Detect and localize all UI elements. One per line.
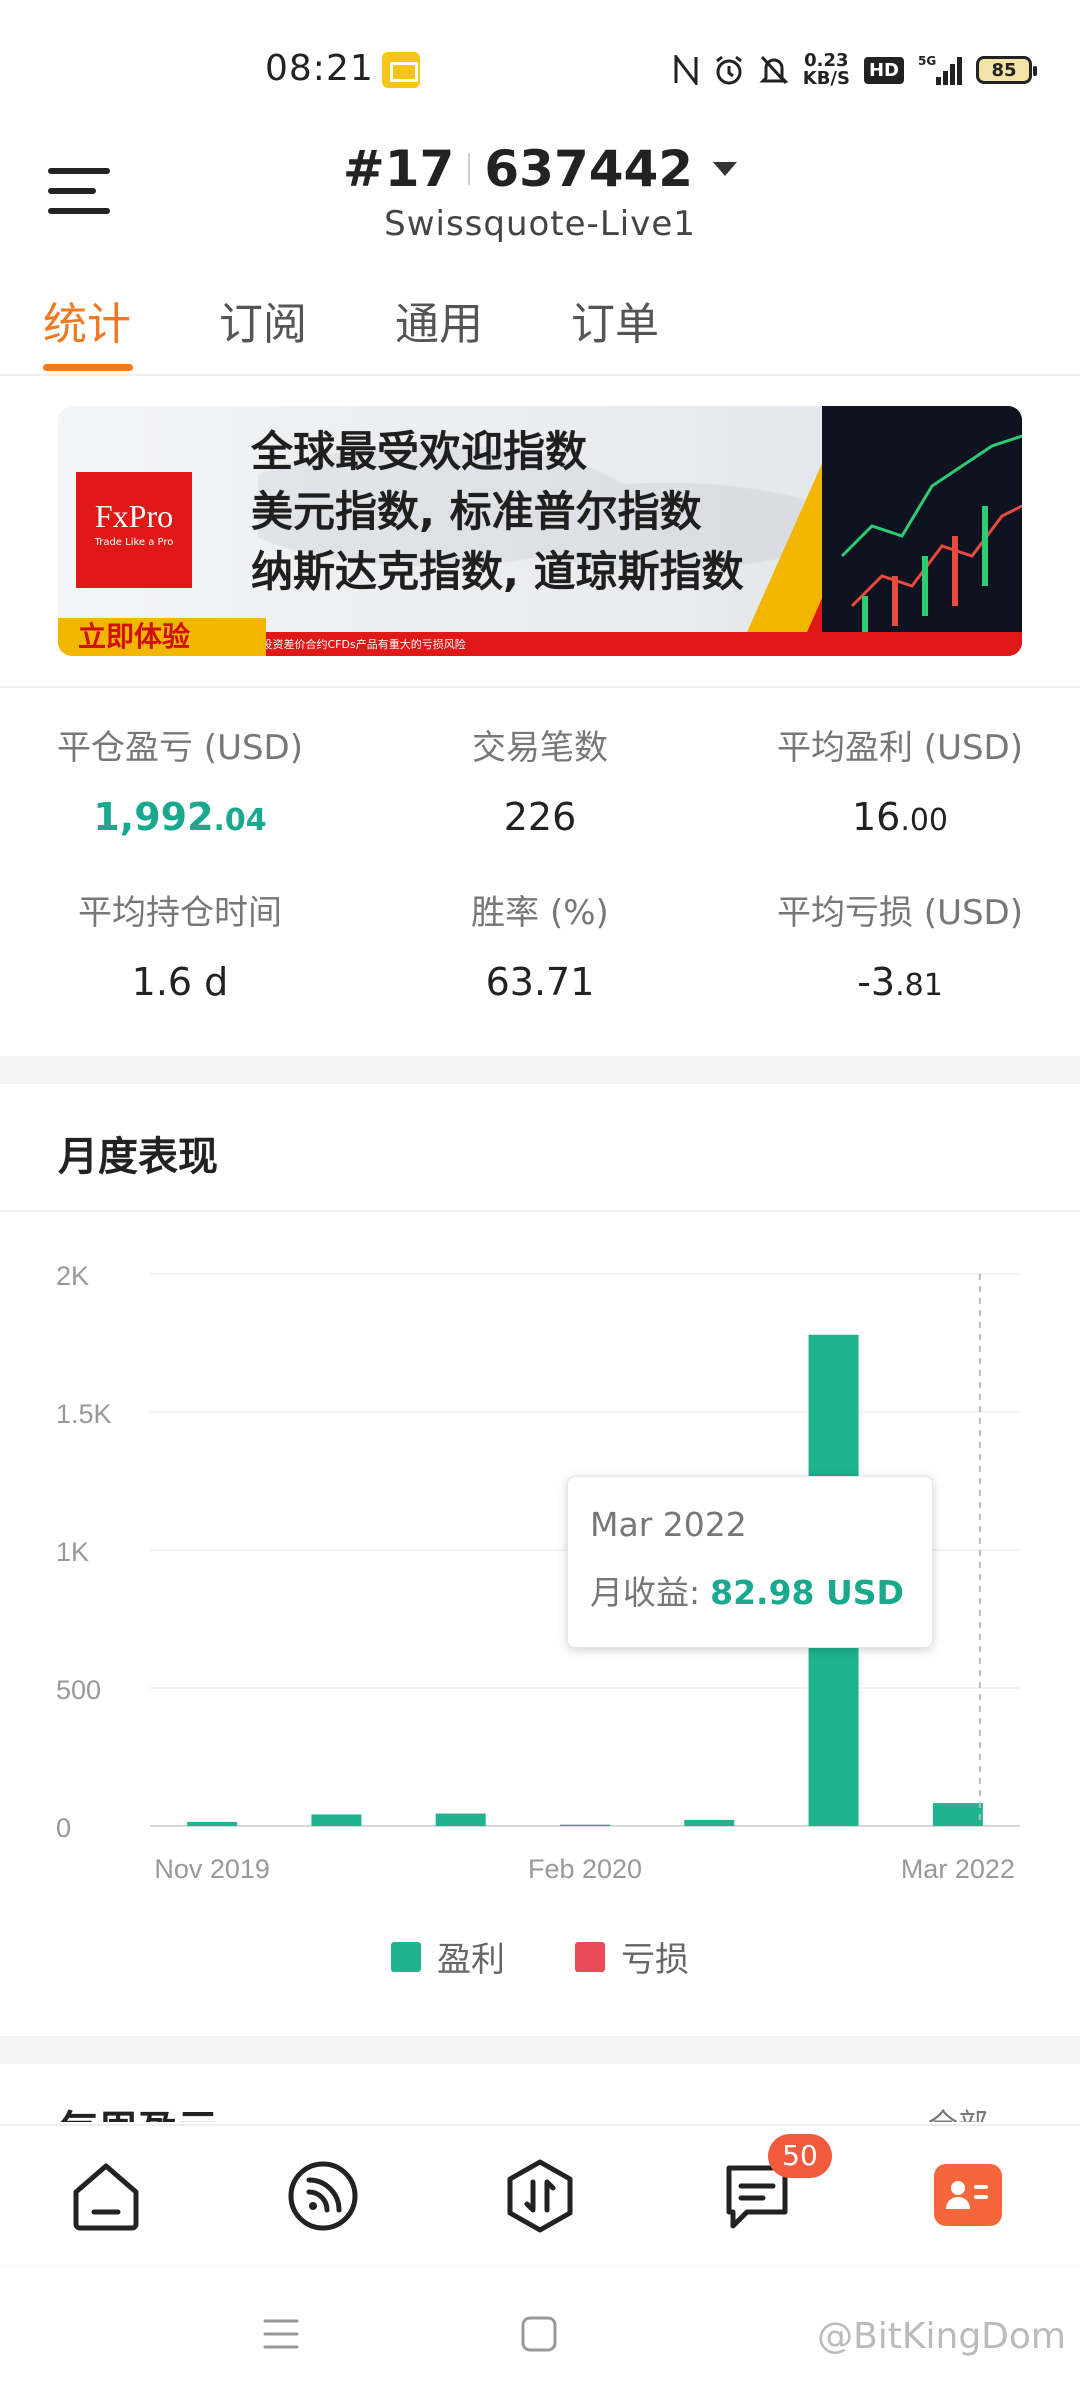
stat-label: 平均亏损 (USD): [777, 893, 1023, 933]
stat-value: 1.6 d: [131, 960, 229, 1004]
bar-profit: [684, 1819, 735, 1826]
account-prefix: #17: [342, 140, 455, 198]
home-icon[interactable]: [66, 2156, 146, 2236]
tooltip-date: Mar 2022: [590, 1505, 747, 1544]
signal-icon: 5G: [918, 53, 962, 87]
bottom-nav: [0, 2124, 1080, 2264]
chart-legend: 盈利 亏损: [0, 1932, 1080, 1981]
trade-icon[interactable]: [500, 2156, 580, 2236]
stat-value: 63.71: [485, 960, 595, 1004]
banner-line-2: 美元指数, 标准普尔指数: [251, 487, 702, 536]
divider: [0, 1210, 1080, 1212]
mute-bell-icon: [759, 54, 789, 86]
banner-line-1: 全球最受欢迎指数: [251, 427, 588, 476]
y-tick-label: 1.5K: [56, 1399, 112, 1429]
stats-grid: 平仓盈亏 (USD) 1,992.04 交易笔数 226 平均盈利 (USD) …: [0, 720, 1080, 1060]
x-tick-label: Feb 2020: [528, 1854, 642, 1884]
account-selector[interactable]: #17 637442 Swissquote-Live1: [0, 140, 1080, 244]
monthly-performance-title: 月度表现: [58, 1134, 218, 1180]
weekly-pnl-title: 每周盈亏: [58, 2098, 218, 2122]
y-tick-label: 500: [56, 1675, 101, 1705]
network-speed: 0.23 KB/S: [803, 52, 850, 88]
x-tick-label: Nov 2019: [154, 1854, 270, 1884]
fxpro-logo: FxPro Trade Like a Pro: [76, 472, 192, 588]
stat-value: 1,992.04: [93, 795, 267, 839]
banner-text: 全球最受欢迎指数 美元指数, 标准普尔指数 纳斯达克指数, 道琼斯指数: [251, 422, 744, 602]
y-tick-label: 1K: [56, 1537, 89, 1567]
account-server: Swissquote-Live1: [384, 204, 696, 244]
tooltip-row: 月收益: 82.98 USD: [590, 1566, 910, 1614]
watermark: @BitKingDom: [817, 2316, 1066, 2357]
stat-label: 平均持仓时间: [78, 893, 282, 933]
banner-cta-button[interactable]: 立即体验: [58, 618, 266, 656]
legend-label: 亏损: [621, 1940, 689, 1980]
header: #17 637442 Swissquote-Live1: [0, 140, 1080, 290]
hd-voice-icon: HD: [863, 56, 904, 84]
section-gap: [0, 2036, 1080, 2064]
legend-swatch-loss: [575, 1941, 605, 1972]
alarm-icon: [713, 54, 745, 86]
status-icons: 0.23 KB/S HD 5G 85: [673, 48, 1037, 92]
account-separator: [468, 153, 471, 185]
recent-apps-icon[interactable]: [262, 2315, 300, 2357]
signals-icon[interactable]: [283, 2156, 363, 2236]
stat-label: 平仓盈亏 (USD): [57, 728, 303, 768]
y-tick-label: 0: [56, 1813, 71, 1843]
profile-card-icon[interactable]: [934, 2164, 1002, 2226]
stat-label: 交易笔数: [472, 728, 608, 768]
status-bar: 08:21 0.23 KB/S HD 5G 85: [0, 0, 1080, 140]
tab-bar: 统计 订阅 通用 订单: [0, 280, 1080, 376]
legend-swatch-profit: [391, 1941, 421, 1972]
tab-statistics[interactable]: 统计: [43, 288, 131, 352]
banner-disclaimer: *投资差价合约CFDs产品有重大的亏损风险: [256, 638, 466, 651]
legend-label: 盈利: [437, 1940, 505, 1980]
tooltip-label: 月收益:: [590, 1573, 701, 1612]
candlestick-graphic: [822, 406, 1022, 656]
bar-profit: [187, 1821, 238, 1826]
bar-profit: [435, 1813, 486, 1826]
caret-down-icon[interactable]: [713, 162, 738, 176]
mail-notification-icon: [382, 52, 420, 88]
status-time: 08:21: [265, 48, 374, 89]
chart-tooltip: Mar 2022 月收益: 82.98 USD: [567, 1476, 933, 1648]
bar-profit: [560, 1824, 610, 1826]
stat-value: -3.81: [857, 960, 943, 1004]
ad-banner[interactable]: FxPro Trade Like a Pro 全球最受欢迎指数 美元指数, 标准…: [58, 406, 1022, 656]
stat-average-holding-time: 平均持仓时间 1.6 d: [0, 885, 360, 1004]
battery-icon: 85: [976, 56, 1037, 84]
bar-profit: [311, 1814, 362, 1826]
bar-profit: [932, 1803, 983, 1826]
logo-tagline: Trade Like a Pro: [94, 537, 174, 548]
legend-item-loss[interactable]: 亏损: [575, 1932, 689, 1981]
stat-label: 平均盈利 (USD): [777, 728, 1023, 768]
banner-line-3: 纳斯达克指数, 道琼斯指数: [251, 547, 744, 596]
logo-name: FxPro: [94, 498, 174, 534]
tab-subscribe[interactable]: 订阅: [219, 288, 307, 352]
y-tick-label: 2K: [56, 1261, 89, 1291]
divider: [0, 686, 1080, 688]
tooltip-value: 82.98 USD: [710, 1573, 904, 1612]
stat-trade-count: 交易笔数 226: [360, 720, 720, 839]
home-button-icon[interactable]: [520, 2315, 558, 2357]
tab-active-indicator: [43, 364, 133, 371]
stat-value: 16.00: [851, 795, 949, 839]
stat-average-loss: 平均亏损 (USD) -3.81: [720, 885, 1080, 1004]
stat-label: 胜率 (%): [471, 893, 609, 933]
nfc-icon: [673, 55, 699, 85]
messages-badge: 50: [768, 2134, 832, 2178]
section-gap: [0, 1056, 1080, 1084]
x-tick-label: Mar 2022: [901, 1854, 1015, 1884]
stat-win-rate: 胜率 (%) 63.71: [360, 885, 720, 1004]
stat-value: 226: [503, 795, 577, 839]
account-number: 637442: [484, 140, 694, 198]
stat-closed-pnl: 平仓盈亏 (USD) 1,992.04: [0, 720, 360, 839]
tab-orders[interactable]: 订单: [571, 288, 659, 352]
stat-average-profit: 平均盈利 (USD) 16.00: [720, 720, 1080, 839]
speed-unit: KB/S: [802, 68, 850, 89]
svg-text:5G: 5G: [918, 54, 936, 68]
tab-general[interactable]: 通用: [395, 288, 483, 352]
legend-item-profit[interactable]: 盈利: [391, 1932, 505, 1981]
view-all-link[interactable]: 全部: [928, 2100, 988, 2122]
